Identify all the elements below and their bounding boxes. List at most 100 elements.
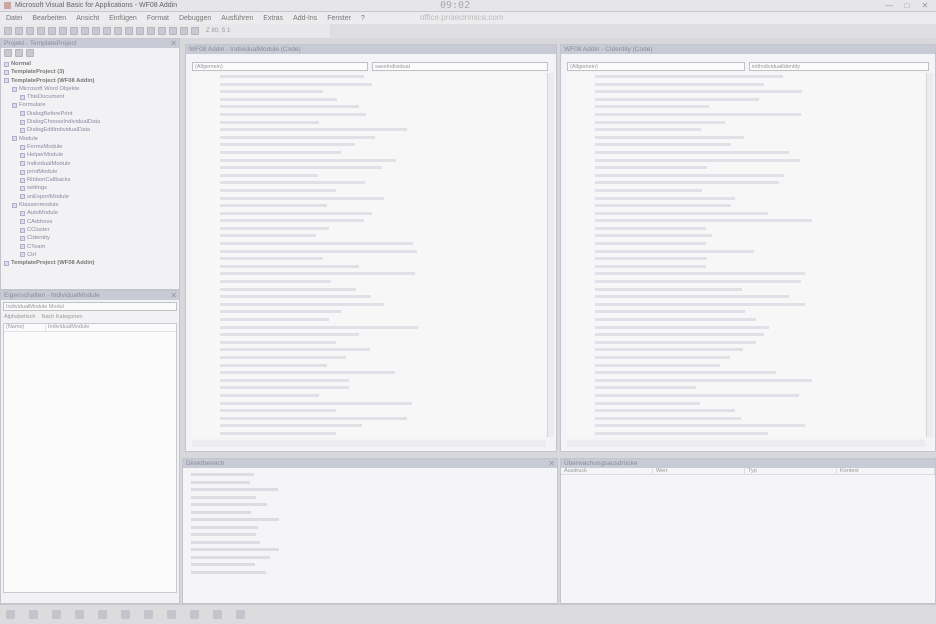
tree-node[interactable]: Module (4, 135, 176, 143)
vba-icon[interactable] (236, 610, 245, 619)
view-code-icon[interactable] (4, 49, 12, 57)
powerpoint-icon[interactable] (213, 610, 222, 619)
view-object-icon[interactable] (15, 49, 23, 57)
horizontal-scrollbar[interactable] (567, 440, 925, 447)
procedure-combo[interactable]: initIndividualIdentity (749, 62, 929, 71)
cut-icon[interactable] (37, 27, 45, 35)
immediate-content[interactable] (183, 468, 557, 576)
horizontal-scrollbar[interactable] (192, 440, 546, 447)
run-icon[interactable] (103, 27, 111, 35)
view-word-icon[interactable] (4, 27, 12, 35)
insert-module-icon[interactable] (15, 27, 23, 35)
column-type[interactable]: Typ (745, 468, 837, 474)
menu-extras[interactable]: Extras (263, 15, 283, 22)
column-value[interactable]: Wert (653, 468, 745, 474)
menu-fenster[interactable]: Fenster (327, 15, 351, 22)
menu-datei[interactable]: Datei (6, 15, 22, 22)
tree-node[interactable]: AutoModule (4, 209, 176, 217)
tree-node[interactable]: settings (4, 184, 176, 192)
tree-node[interactable]: DialogBeforePrint (4, 110, 176, 118)
property-row[interactable]: (Name) IndividualModule (4, 324, 176, 332)
property-value[interactable]: IndividualModule (46, 324, 89, 331)
tree-node[interactable]: printModule (4, 168, 176, 176)
watch-row[interactable] (561, 489, 935, 496)
tree-node[interactable]: DialogEditIndividualData (4, 126, 176, 134)
tree-node[interactable]: FormsModule (4, 143, 176, 151)
immediate-window[interactable]: Direktbereich ✕ (182, 458, 558, 604)
undo-icon[interactable] (81, 27, 89, 35)
project-explorer-icon[interactable] (147, 27, 155, 35)
store-icon[interactable] (98, 610, 107, 619)
help-icon[interactable] (191, 27, 199, 35)
tree-node[interactable]: Klassenmodule (4, 201, 176, 209)
paste-icon[interactable] (59, 27, 67, 35)
edge-icon[interactable] (121, 610, 130, 619)
menu-help[interactable]: ? (361, 15, 365, 22)
word-icon[interactable] (190, 610, 199, 619)
toolbox-icon[interactable] (180, 27, 188, 35)
object-combo[interactable]: (Allgemein) (192, 62, 368, 71)
tree-node[interactable]: Microsoft Word Objekte (4, 85, 176, 93)
tree-node[interactable]: CAddress (4, 218, 176, 226)
explorer-icon[interactable] (75, 610, 84, 619)
copy-icon[interactable] (48, 27, 56, 35)
object-browser-icon[interactable] (169, 27, 177, 35)
menu-format[interactable]: Format (147, 15, 169, 22)
column-context[interactable]: Kontext (837, 468, 935, 474)
save-icon[interactable] (26, 27, 34, 35)
toggle-folders-icon[interactable] (26, 49, 34, 57)
watch-row[interactable] (561, 475, 935, 482)
firefox-icon[interactable] (167, 610, 176, 619)
tree-node[interactable]: IndividualModule (4, 160, 176, 168)
vertical-scrollbar[interactable] (547, 73, 554, 437)
properties-window-icon[interactable] (158, 27, 166, 35)
maximize-button[interactable]: □ (900, 1, 914, 11)
close-button[interactable]: ✕ (918, 1, 932, 11)
menu-bearbeiten[interactable]: Bearbeiten (32, 15, 66, 22)
design-mode-icon[interactable] (136, 27, 144, 35)
vertical-scrollbar[interactable] (926, 73, 933, 437)
search-icon[interactable] (29, 610, 38, 619)
watch-row[interactable] (561, 503, 935, 510)
procedure-combo[interactable]: saveIndividual (372, 62, 548, 71)
tree-node[interactable]: Ctrl (4, 251, 176, 259)
menu-einfuegen[interactable]: Einfügen (109, 15, 137, 22)
tree-node[interactable]: TemplateProject (3) (4, 68, 176, 76)
minimize-button[interactable]: — (882, 1, 896, 11)
tree-node[interactable]: RibbonCallbacks (4, 176, 176, 184)
start-icon[interactable] (6, 610, 15, 619)
tree-node[interactable]: Normal (4, 60, 176, 68)
close-icon[interactable]: ✕ (548, 459, 555, 468)
taskview-icon[interactable] (52, 610, 61, 619)
tree-node[interactable]: HelperModule (4, 151, 176, 159)
watch-row[interactable] (561, 482, 935, 489)
tree-node[interactable]: Formulare (4, 101, 176, 109)
close-icon[interactable]: ✕ (170, 39, 177, 48)
watch-row[interactable] (561, 496, 935, 503)
reset-icon[interactable] (125, 27, 133, 35)
menu-debuggen[interactable]: Debuggen (179, 15, 211, 22)
close-icon[interactable]: ✕ (170, 291, 177, 300)
tree-node[interactable]: CIdentity (4, 234, 176, 242)
code-editor[interactable] (192, 73, 546, 437)
find-icon[interactable] (70, 27, 78, 35)
tree-node[interactable]: snExportModule (4, 193, 176, 201)
column-expression[interactable]: Ausdruck (561, 468, 653, 474)
object-combo[interactable]: (Allgemein) (567, 62, 745, 71)
tree-node[interactable]: TemplateProject (WF08 Addin) (4, 259, 176, 267)
code-editor[interactable] (567, 73, 925, 437)
menu-ansicht[interactable]: Ansicht (76, 15, 99, 22)
tree-node[interactable]: ThisDocument (4, 93, 176, 101)
tree-node[interactable]: TemplateProject (WF08 Addin) (4, 77, 176, 85)
tree-node[interactable]: CTeam (4, 243, 176, 251)
break-icon[interactable] (114, 27, 122, 35)
tab-categorized[interactable]: Nach Kategorien (42, 314, 83, 320)
object-selector[interactable]: IndividualModule Modul (3, 302, 177, 311)
opera-icon[interactable] (144, 610, 153, 619)
redo-icon[interactable] (92, 27, 100, 35)
menu-ausfuehren[interactable]: Ausführen (221, 15, 253, 22)
tree-node[interactable]: DialogChooseIndividualData (4, 118, 176, 126)
tab-alphabetic[interactable]: Alphabetisch (4, 314, 36, 320)
tree-node[interactable]: CCluster (4, 226, 176, 234)
menu-addins[interactable]: Add-Ins (293, 15, 317, 22)
